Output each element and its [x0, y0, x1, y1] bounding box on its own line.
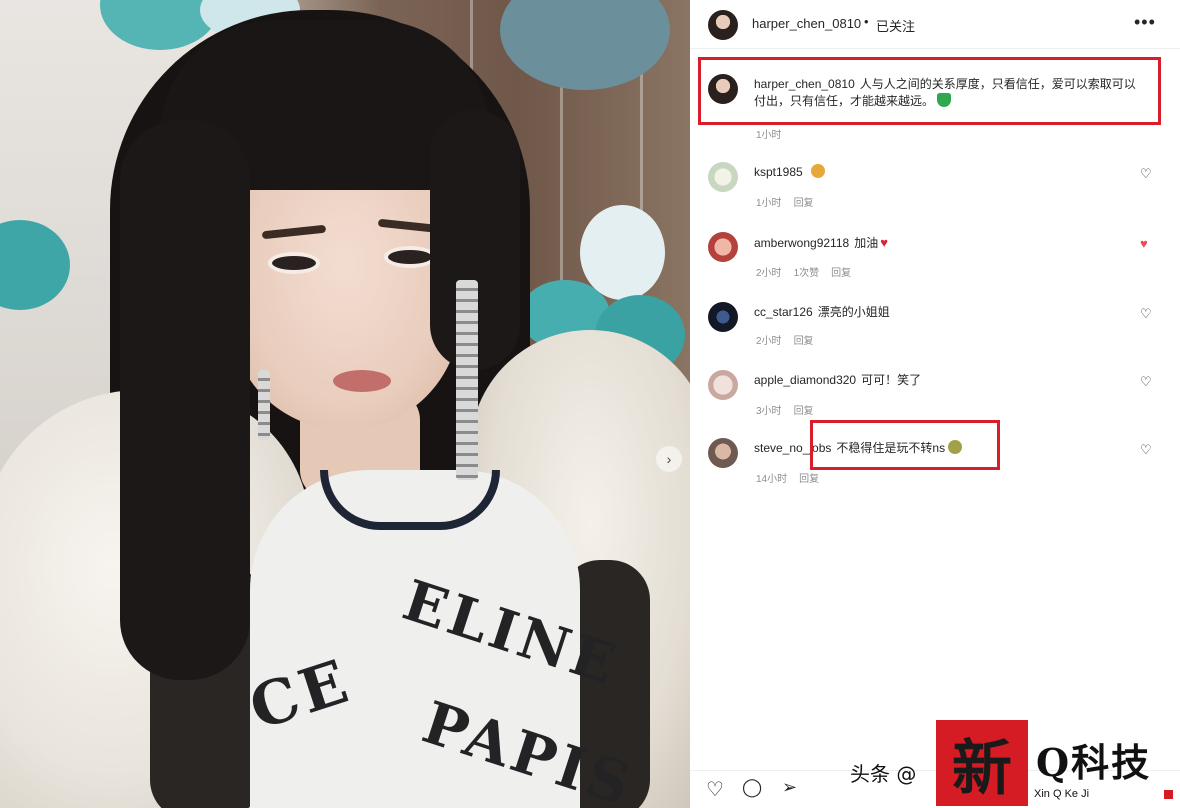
more-horizontal-icon[interactable]: •••: [1134, 12, 1156, 33]
highlight-box: [810, 420, 1000, 470]
paper-plane-icon[interactable]: ➢: [782, 777, 797, 798]
avatar[interactable]: [708, 10, 738, 40]
reply-button[interactable]: 回复: [799, 474, 819, 485]
hair-strand: [120, 120, 250, 680]
post-header: harper_chen_0810 • 已关注 •••: [690, 0, 1180, 48]
watermark-brand: Q科技: [1036, 740, 1152, 785]
follow-status[interactable]: 已关注: [876, 16, 915, 35]
lips: [333, 370, 391, 392]
header-separator: •: [864, 14, 869, 29]
comment-body: 漂亮的小姐姐: [817, 305, 890, 319]
reply-button[interactable]: 回复: [794, 198, 814, 209]
header-divider: [690, 48, 1180, 49]
like-count[interactable]: 1次赞: [794, 268, 820, 279]
avatar[interactable]: [708, 232, 738, 262]
comments-panel: harper_chen_0810 • 已关注 ••• harper_chen_0…: [690, 0, 1180, 808]
comment-time: 2小时: [756, 336, 782, 347]
heart-outline-icon[interactable]: ♡: [706, 777, 724, 802]
earring: [258, 370, 270, 440]
comment-text: amberwong92118 加油 ♥: [754, 234, 1144, 252]
comment-body: 加油: [854, 236, 879, 250]
teal-balloon: [500, 0, 670, 90]
reply-button[interactable]: 回复: [794, 406, 814, 417]
watermark-subtitle: Xin Q Ke Ji: [1034, 788, 1090, 800]
comment-time: 3小时: [756, 406, 782, 417]
reply-button[interactable]: 回复: [794, 336, 814, 347]
comment-time: 2小时: [756, 268, 782, 279]
watermark-red-square: [1164, 790, 1173, 799]
comment-text: kspt1985: [754, 164, 1144, 181]
caption-meta: 1小时: [756, 126, 794, 141]
comment-meta: 14小时 回复: [756, 470, 831, 485]
comment-text: cc_star126 漂亮的小姐姐: [754, 304, 1144, 321]
like-heart-icon[interactable]: ♡: [1140, 166, 1152, 182]
post-photo[interactable]: ELINE CE PAPIS ›: [0, 0, 690, 808]
hugging-face-icon: [810, 164, 825, 178]
comment-body: 可可！笑了: [861, 373, 922, 387]
like-heart-icon[interactable]: ♡: [1140, 374, 1152, 390]
avatar[interactable]: [708, 438, 738, 468]
comment-username[interactable]: amberwong92118: [754, 236, 849, 250]
eye: [268, 252, 320, 274]
comment-username[interactable]: cc_star126: [754, 305, 813, 319]
eye: [384, 246, 436, 268]
liked-heart-icon[interactable]: ♥: [1140, 236, 1148, 251]
comment-bubble-icon[interactable]: ◯: [742, 777, 762, 798]
comment-time: 1小时: [756, 198, 782, 209]
highlight-box: [698, 57, 1161, 125]
comment-username[interactable]: apple_diamond320: [754, 373, 856, 387]
like-heart-icon[interactable]: ♡: [1140, 442, 1152, 458]
avatar[interactable]: [708, 370, 738, 400]
header-username[interactable]: harper_chen_0810: [752, 16, 861, 31]
caption-time: 1小时: [756, 130, 782, 141]
comment-meta: 2小时 回复: [756, 332, 826, 347]
avatar[interactable]: [708, 302, 738, 332]
comment-time: 14小时: [756, 474, 788, 485]
comment-meta: 2小时 1次赞 回复: [756, 264, 863, 279]
comment-meta: 3小时 回复: [756, 402, 826, 417]
like-heart-icon[interactable]: ♡: [1140, 306, 1152, 322]
comment-username[interactable]: kspt1985: [754, 165, 803, 179]
white-balloon: [580, 205, 665, 300]
comment-meta: 1小时 回复: [756, 194, 826, 209]
red-heart-icon: ♥: [880, 235, 888, 250]
reply-button[interactable]: 回复: [831, 268, 851, 279]
earring: [456, 280, 478, 480]
comment-text: apple_diamond320 可可！笑了: [754, 372, 1144, 389]
avatar[interactable]: [708, 162, 738, 192]
watermark-seal: 新: [936, 720, 1028, 806]
watermark-prefix: 头条 @: [850, 762, 917, 786]
carousel-next-icon[interactable]: ›: [656, 446, 682, 472]
